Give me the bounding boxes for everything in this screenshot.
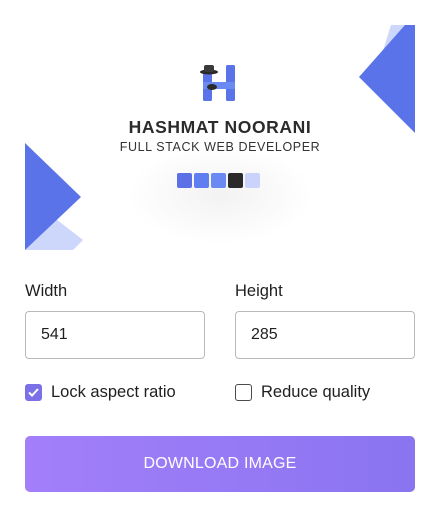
brand-name: HASHMAT NOORANI [128,117,312,137]
image-preview: HASHMAT NOORANI FULL STACK WEB DEVELOPER [25,25,415,250]
lock-aspect-option[interactable]: Lock aspect ratio [25,383,176,402]
width-label: Width [25,282,68,300]
hashmat-h-logo-icon [200,65,235,101]
color-swatches [177,173,260,188]
reduce-quality-checkbox[interactable] [235,384,252,401]
swatch-3 [211,173,226,188]
chevron-decor-bottom-left [25,143,83,250]
swatch-5 [245,173,260,188]
checkmark-icon [28,388,39,397]
preview-glow [125,145,315,245]
download-image-button[interactable]: DOWNLOAD IMAGE [25,436,415,492]
swatch-1 [177,173,192,188]
height-input[interactable] [235,311,415,359]
swatch-2 [194,173,209,188]
reduce-quality-option[interactable]: Reduce quality [235,383,370,402]
brand-tagline: FULL STACK WEB DEVELOPER [119,140,321,154]
lock-aspect-checkbox[interactable] [25,384,42,401]
swatch-4 [228,173,243,188]
height-label: Height [235,282,283,300]
width-input[interactable] [25,311,205,359]
reduce-quality-label: Reduce quality [261,383,371,401]
lock-aspect-label: Lock aspect ratio [51,383,176,401]
